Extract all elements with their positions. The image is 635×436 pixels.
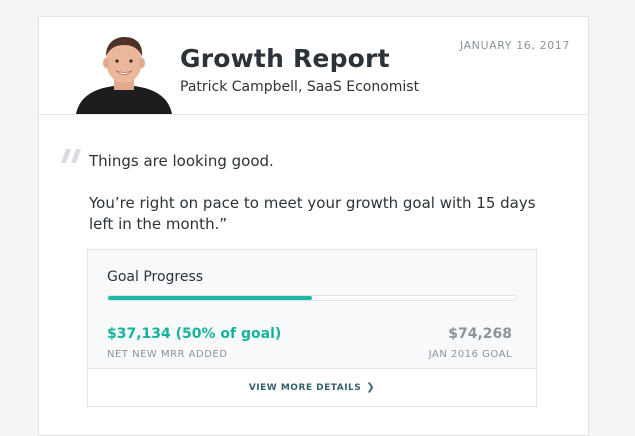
view-more-details-label: VIEW MORE DETAILS [248,382,362,393]
report-title: Growth Report [180,44,390,73]
goal-target-value: $74,268 [448,326,512,342]
avatar [76,32,172,114]
report-date: JANUARY 16, 2017 [459,39,570,52]
message-headline: Things are looking good. [89,152,274,170]
author-subtitle: Patrick Campbell, SaaS Economist [180,79,420,95]
progress-bar-fill [108,296,312,300]
current-mrr-label: NET NEW MRR ADDED [107,349,228,360]
view-more-details-link[interactable]: VIEW MORE DETAILS ❯ [88,369,536,406]
progress-bar [107,295,517,301]
current-mrr-value: $37,134 (50% of goal) [107,326,282,342]
goal-target-label: JAN 2016 GOAL [428,349,512,360]
goal-title: Goal Progress [107,269,204,285]
chevron-right-icon: ❯ [366,382,376,393]
goal-summary: Goal Progress $37,134 (50% of goal) NET … [88,250,536,368]
report-card: Growth Report Patrick Campbell, SaaS Eco… [38,16,589,436]
quote-icon [61,148,83,163]
goal-progress-panel: Goal Progress $37,134 (50% of goal) NET … [87,249,537,407]
report-header: Growth Report Patrick Campbell, SaaS Eco… [39,17,588,115]
message-body: You’re right on pace to meet your growth… [89,194,536,233]
